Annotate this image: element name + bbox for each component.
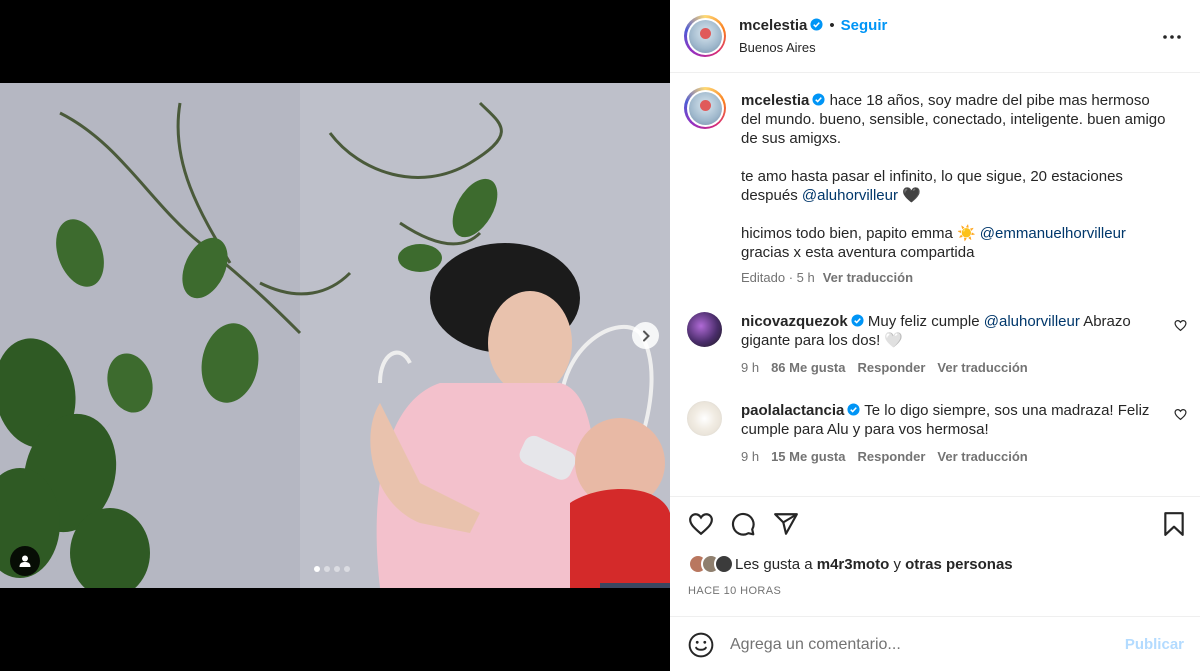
caption-text: hicimos todo bien, papito emma ☀️	[741, 225, 980, 242]
carousel-dot	[314, 566, 320, 572]
comment-body: paolalactancia Te lo digo siempre, sos u…	[741, 401, 1161, 466]
comment-input[interactable]	[730, 631, 1110, 659]
author-username[interactable]: mcelestia	[739, 17, 807, 34]
comment-line: nicovazquezok Muy feliz cumple @aluhorvi…	[741, 312, 1161, 350]
comments-section[interactable]: mcelestia hace 18 años, soy madre del pi…	[670, 74, 1200, 496]
caption-meta: Editado · 5 h Ver traducción	[741, 268, 1171, 287]
liker-avatar	[714, 554, 734, 574]
comment-time: 9 h	[741, 360, 760, 375]
carousel-dot	[344, 566, 350, 572]
avatar-border	[686, 89, 724, 127]
heart-icon[interactable]	[1174, 319, 1187, 332]
caption-text: gracias x esta aventura compartida	[741, 244, 975, 261]
comment-meta: 9 h 86 Me gusta Responder Ver traducción	[741, 358, 1161, 377]
author-avatar[interactable]	[684, 15, 726, 57]
edited-time: Editado · 5 h	[741, 270, 815, 285]
caption-username[interactable]: mcelestia	[741, 92, 809, 109]
commenter-username[interactable]: nicovazquezok	[741, 313, 848, 330]
publish-button[interactable]: Publicar	[1125, 636, 1184, 653]
caption-text: te amo hasta pasar el infinito, lo que s…	[741, 168, 1123, 204]
post-location[interactable]: Buenos Aires	[739, 40, 816, 55]
comment-text: Muy feliz cumple	[867, 313, 984, 330]
comment-likes[interactable]: 15 Me gusta	[771, 449, 845, 464]
caption-paragraph: mcelestia hace 18 años, soy madre del pi…	[741, 91, 1171, 148]
liker-username[interactable]: m4r3moto	[817, 556, 890, 573]
photo-illustration	[0, 83, 670, 588]
comment-line: paolalactancia Te lo digo siempre, sos u…	[741, 401, 1161, 439]
likes-middle: y	[893, 555, 901, 573]
heart-icon[interactable]	[688, 511, 714, 537]
caption-paragraph: hicimos todo bien, papito emma ☀️ @emman…	[741, 224, 1171, 262]
translate-link[interactable]: Ver traducción	[937, 360, 1027, 375]
post-header: mcelestia • Seguir Buenos Aires	[670, 0, 1200, 73]
bookmark-icon[interactable]	[1161, 511, 1187, 537]
follow-button[interactable]: Seguir	[841, 17, 888, 34]
action-bar: Les gusta a m4r3moto y otras personas HA…	[670, 496, 1200, 616]
translate-link[interactable]: Ver traducción	[937, 449, 1027, 464]
post-time[interactable]: HACE 10 HORAS	[688, 585, 781, 597]
likes-prefix: Les gusta a	[735, 555, 813, 573]
reply-button[interactable]: Responder	[858, 360, 926, 375]
mention-link[interactable]: @aluhorvilleur	[984, 313, 1080, 330]
caption-text: 🖤	[898, 187, 921, 204]
caption-paragraph: te amo hasta pasar el infinito, lo que s…	[741, 167, 1171, 205]
caption-avatar[interactable]	[684, 87, 726, 129]
carousel-dot	[334, 566, 340, 572]
post-media	[0, 0, 670, 671]
user-tag-icon	[19, 555, 31, 567]
avatar-image	[688, 19, 722, 53]
liker-avatars	[688, 554, 734, 574]
mention-link[interactable]: @emmanuelhorvilleur	[980, 225, 1126, 242]
others-link[interactable]: otras personas	[905, 556, 1013, 573]
separator-dot: •	[829, 17, 835, 34]
post-photo[interactable]	[0, 83, 670, 588]
heart-icon[interactable]	[1174, 408, 1187, 421]
verified-icon	[810, 18, 823, 31]
carousel-indicator	[314, 566, 350, 572]
more-icon[interactable]	[1162, 27, 1182, 47]
commenter-avatar[interactable]	[687, 312, 722, 347]
commenter-avatar[interactable]	[687, 401, 722, 436]
translate-link[interactable]: Ver traducción	[823, 270, 913, 285]
tagged-users-button[interactable]	[10, 546, 40, 576]
caption-body: mcelestia hace 18 años, soy madre del pi…	[741, 91, 1171, 287]
commenter-username[interactable]: paolalactancia	[741, 402, 844, 419]
comment-time: 9 h	[741, 449, 760, 464]
share-icon[interactable]	[773, 511, 799, 537]
mention-link[interactable]: @aluhorvilleur	[802, 187, 898, 204]
comment-body: nicovazquezok Muy feliz cumple @aluhorvi…	[741, 312, 1161, 377]
carousel-dot	[324, 566, 330, 572]
verified-icon	[851, 314, 864, 327]
comment-icon[interactable]	[730, 511, 756, 537]
comment-meta: 9 h 15 Me gusta Responder Ver traducción	[741, 447, 1161, 466]
chevron-right-icon	[642, 330, 650, 341]
comment-likes[interactable]: 86 Me gusta	[771, 360, 845, 375]
header-user-line: mcelestia • Seguir	[739, 17, 887, 34]
avatar-image	[688, 91, 722, 125]
avatar-border	[686, 17, 724, 55]
likes-summary[interactable]: Les gusta a m4r3moto y otras personas	[688, 554, 1013, 574]
verified-icon	[847, 403, 860, 416]
add-comment-bar: Publicar	[670, 616, 1200, 671]
verified-icon	[812, 93, 825, 106]
reply-button[interactable]: Responder	[858, 449, 926, 464]
next-slide-button[interactable]	[632, 322, 659, 349]
post-panel: mcelestia • Seguir Buenos Aires mcelestia …	[670, 0, 1200, 671]
emoji-icon[interactable]	[688, 632, 714, 658]
